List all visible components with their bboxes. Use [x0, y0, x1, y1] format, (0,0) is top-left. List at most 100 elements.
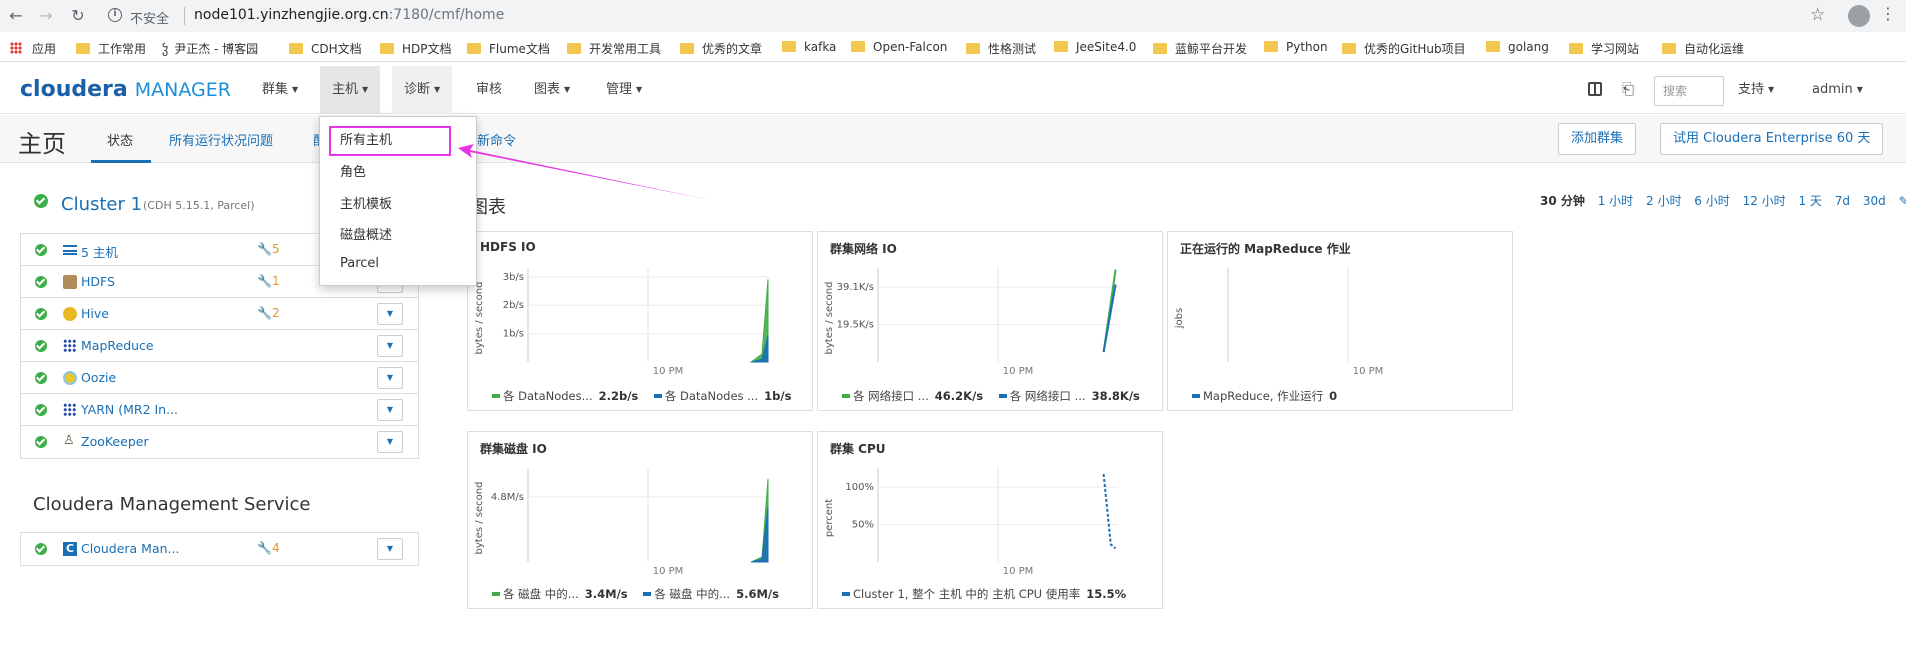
wrench-icon: 🔧: [257, 306, 272, 320]
info-icon[interactable]: i: [108, 8, 122, 22]
nav-charts[interactable]: 图表 ▼: [522, 66, 582, 114]
y-axis-label: bytes / second: [474, 482, 485, 555]
chart-running-mapreduce-jobs[interactable]: 正在运行的 MapReduce 作业 jobs 10 PM MapReduce, …: [1167, 231, 1513, 411]
service-actions-dropdown[interactable]: ▼: [377, 538, 403, 560]
time-range-6h[interactable]: 6 小时: [1694, 194, 1729, 208]
health-ok-icon: [35, 372, 47, 384]
forward-icon[interactable]: →: [36, 6, 56, 26]
cloudera-manager-logo[interactable]: cloudera MANAGER: [20, 77, 231, 102]
tab-recent-commands[interactable]: 新命令: [477, 130, 516, 149]
service-actions-dropdown[interactable]: ▼: [377, 335, 403, 357]
time-range-30m[interactable]: 30 分钟: [1540, 194, 1585, 208]
bookmark-item[interactable]: HDP文档: [380, 40, 452, 57]
menu-item-disks-overview[interactable]: 磁盘概述: [340, 224, 392, 243]
bookmark-item[interactable]: Python: [1264, 40, 1328, 54]
service-name-link[interactable]: ZooKeeper: [81, 434, 149, 449]
bookmark-item[interactable]: 开发常用工具: [567, 40, 661, 57]
add-cluster-button[interactable]: 添加群集: [1558, 123, 1637, 155]
bookmark-star-icon[interactable]: ☆: [1810, 5, 1825, 25]
tab-status[interactable]: 状态: [107, 130, 133, 149]
time-range-2h[interactable]: 2 小时: [1646, 194, 1681, 208]
time-range-12h[interactable]: 12 小时: [1743, 194, 1786, 208]
nav-audits[interactable]: 审核: [464, 66, 514, 114]
bookmark-item[interactable]: 学习网站: [1569, 40, 1639, 57]
bookmark-item[interactable]: 自动化运维: [1662, 40, 1744, 57]
cluster-name-link[interactable]: Cluster 1: [61, 194, 142, 215]
reload-icon[interactable]: ↻: [68, 6, 88, 26]
health-ok-icon: [35, 404, 47, 416]
edit-pencil-icon[interactable]: ✎▾: [1899, 194, 1906, 208]
nav-support[interactable]: 支持 ▼: [1726, 66, 1786, 114]
profile-avatar-icon[interactable]: [1848, 5, 1870, 27]
nav-hosts[interactable]: 主机 ▼: [320, 66, 381, 114]
bookmark-item[interactable]: 工作常用: [76, 40, 146, 57]
nav-user[interactable]: admin ▼: [1800, 66, 1875, 114]
menu-item-all-hosts[interactable]: 所有主机: [340, 129, 392, 148]
menu-item-roles[interactable]: 角色: [340, 161, 366, 180]
service-name-link[interactable]: HDFS: [81, 274, 115, 289]
wrench-icon: 🔧: [257, 242, 272, 256]
service-name-link[interactable]: MapReduce: [81, 338, 154, 353]
menu-item-parcel[interactable]: Parcel: [340, 256, 379, 271]
config-issues-badge[interactable]: 🔧1: [257, 274, 280, 288]
config-issues-badge[interactable]: 🔧5: [257, 242, 280, 256]
bookmark-item[interactable]: golang: [1486, 40, 1549, 54]
menu-item-host-templates[interactable]: 主机模板: [340, 193, 392, 212]
url-bar[interactable]: i 不安全 node101.yinzhengjie.org.cn:7180/cm…: [100, 4, 1840, 28]
chart-cluster-network-io[interactable]: 群集网络 IO bytes / second 19.5K/s 39.1K/s 10 P…: [817, 231, 1163, 411]
config-issues-badge[interactable]: 🔧4: [257, 541, 280, 555]
nav-administration[interactable]: 管理 ▼: [594, 66, 654, 114]
service-name-link[interactable]: 5 主机: [81, 242, 118, 261]
chart-legend: 各 网络接口 ... 46.2K/s 各 网络接口 ... 38.8K/s: [842, 388, 1152, 404]
browser-toolbar: ← → ↻ i 不安全 node101.yinzhengjie.org.cn:7…: [0, 0, 1906, 32]
service-actions-dropdown[interactable]: ▼: [377, 303, 403, 325]
time-range-30d[interactable]: 30d: [1863, 194, 1886, 208]
service-name-link[interactable]: YARN (MR2 In...: [81, 402, 178, 417]
caret-down-icon: ▼: [292, 85, 299, 94]
kebab-menu-icon[interactable]: ⋮: [1880, 4, 1896, 23]
gift-icon[interactable]: [1588, 82, 1602, 96]
trial-enterprise-button[interactable]: 试用 Cloudera Enterprise 60 天: [1660, 123, 1884, 155]
service-actions-dropdown[interactable]: ▼: [377, 399, 403, 421]
service-name-link[interactable]: Oozie: [81, 370, 116, 385]
service-name-link[interactable]: Hive: [81, 306, 109, 321]
url-text[interactable]: node101.yinzhengjie.org.cn:7180/cmf/home: [194, 7, 504, 23]
bookmark-item[interactable]: Open-Falcon: [851, 40, 947, 54]
search-input[interactable]: [1654, 76, 1724, 106]
service-actions-dropdown[interactable]: ▼: [377, 367, 403, 389]
bookmark-item[interactable]: 优秀的文章: [680, 40, 762, 57]
cluster-version: (CDH 5.15.1, Parcel): [143, 199, 255, 212]
folder-icon: [1662, 43, 1676, 54]
bookmark-item[interactable]: Flume文档: [467, 40, 550, 57]
bookmark-item[interactable]: 蓝鲸平台开发: [1153, 40, 1247, 57]
service-name-link[interactable]: Cloudera Man...: [81, 541, 179, 556]
bookmark-item[interactable]: CDH文档: [289, 40, 362, 57]
y-axis-label: jobs: [1174, 308, 1185, 329]
bookmark-item[interactable]: JeeSite4.0: [1054, 40, 1136, 54]
bookmark-item[interactable]: 性格测试: [966, 40, 1036, 57]
x-tick-label: 10 PM: [1003, 566, 1034, 577]
folder-icon: [1342, 43, 1356, 54]
bookmark-item[interactable]: kafka: [782, 40, 836, 54]
time-range-1d[interactable]: 1 天: [1798, 194, 1821, 208]
health-ok-icon: [35, 340, 47, 352]
caret-down-icon: ▼: [1856, 85, 1863, 94]
service-row: Oozie ▼: [21, 362, 418, 394]
config-issues-badge[interactable]: 🔧2: [257, 306, 280, 320]
chart-cluster-disk-io[interactable]: 群集磁盘 IO bytes / second 4.8M/s 10 PM 各 磁盘 中…: [467, 431, 813, 609]
chart-legend: 各 磁盘 中的... 3.4M/s 各 磁盘 中的... 5.6M/s: [492, 586, 791, 602]
parcel-download-icon[interactable]: ⎗: [1622, 80, 1634, 98]
bookmark-item[interactable]: 优秀的GitHub项目: [1342, 40, 1466, 57]
tab-all-health-issues[interactable]: 所有运行状况问题: [169, 130, 273, 149]
nav-diagnostics[interactable]: 诊断 ▼: [392, 66, 453, 114]
bookmark-item[interactable]: ჴ 尹正杰 - 博客园: [162, 40, 258, 57]
time-range-7d[interactable]: 7d: [1835, 194, 1850, 208]
y-axis-label: bytes / second: [474, 282, 485, 355]
time-range-1h[interactable]: 1 小时: [1598, 194, 1633, 208]
back-icon[interactable]: ←: [6, 6, 26, 26]
service-actions-dropdown[interactable]: ▼: [377, 431, 403, 453]
bookmark-apps[interactable]: 应用: [10, 40, 56, 57]
chart-cluster-cpu[interactable]: 群集 CPU percent 50% 100% 10 PM Cluster 1, 整个…: [817, 431, 1163, 609]
chart-hdfs-io[interactable]: HDFS IO bytes / second 1b/s 2b/s 3b/s 10 PM …: [467, 231, 813, 411]
nav-clusters[interactable]: 群集 ▼: [250, 66, 310, 114]
